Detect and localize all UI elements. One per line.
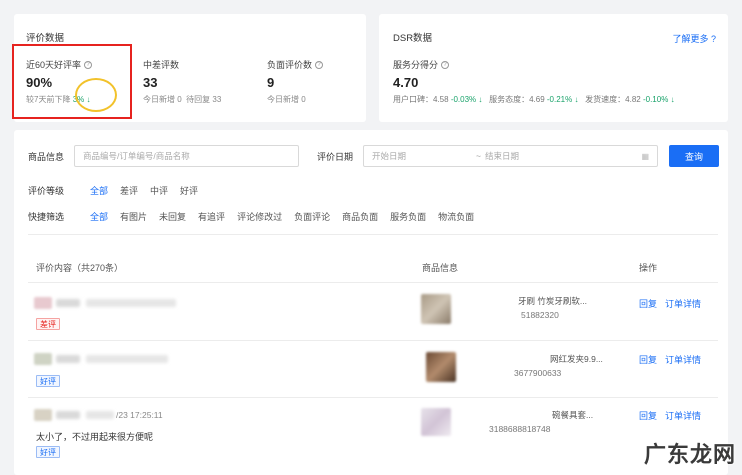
avatar <box>34 409 52 421</box>
arrow-down-icon: ↓ <box>574 95 579 104</box>
column-header-product: 商品信息 <box>422 263 459 273</box>
mid-bad-pending-value: 33 <box>212 95 222 104</box>
dsr-breakdown: 用户口碑：4.58 -0.03% ↓ 服务态度：4.69 -0.21% ↓ 发货… <box>393 94 675 105</box>
date-range-picker[interactable]: 开始日期 ~ 结束日期 ▦ <box>363 145 658 167</box>
service-score-metric: 服务分得分? 4.70 用户口碑：4.58 -0.03% ↓ 服务态度：4.69… <box>393 58 675 105</box>
help-icon[interactable]: ? <box>441 60 450 69</box>
review-date-label: 评价日期 <box>317 152 354 162</box>
row-divider <box>28 397 718 398</box>
arrow-down-icon: ↓ <box>670 95 675 104</box>
highlight-circle <box>75 78 117 112</box>
learn-more-link[interactable]: 了解更多 ? <box>672 32 716 45</box>
row-actions: 回复 订单详情 <box>639 353 701 366</box>
row-divider <box>28 340 718 341</box>
date-blurred <box>86 299 176 307</box>
review-date: /23 17:25:11 <box>116 410 163 420</box>
quick-followup[interactable]: 有追评 <box>198 210 225 223</box>
review-list-card: 商品信息 商品编号/订单编号/商品名称 评价日期 开始日期 ~ 结束日期 ▦ 查… <box>14 130 728 475</box>
username-blurred <box>56 355 80 363</box>
order-detail-link[interactable]: 订单详情 <box>665 409 701 422</box>
mid-bad-new-value: 0 <box>177 95 182 104</box>
review-text: 太小了，不过用起来很方便呢 <box>36 432 154 442</box>
negative-new-label: 今日新增 <box>267 95 299 104</box>
watermark: 广东龙网 <box>643 442 736 467</box>
negative-new-value: 0 <box>301 95 306 104</box>
reply-link[interactable]: 回复 <box>639 409 657 422</box>
username-blurred <box>56 411 80 419</box>
level-filter-group: 全部 差评 中评 好评 <box>90 184 198 197</box>
avatar <box>34 353 52 365</box>
eval-data-title: 评价数据 <box>26 33 65 44</box>
dsr-item: 用户口碑：4.58 -0.03% ↓ <box>393 95 483 104</box>
product-thumbnail <box>426 352 456 382</box>
column-header-content: 评价内容（共270条） <box>36 263 124 273</box>
end-date-field[interactable]: 结束日期 <box>485 150 519 162</box>
service-score-label: 服务分得分 <box>393 60 439 70</box>
mid-bad-value: 33 <box>143 75 158 90</box>
order-detail-link[interactable]: 订单详情 <box>665 353 701 366</box>
quick-with-images[interactable]: 有图片 <box>120 210 147 223</box>
reply-link[interactable]: 回复 <box>639 353 657 366</box>
quick-logistics-negative[interactable]: 物流负面 <box>438 210 474 223</box>
level-bad[interactable]: 差评 <box>120 184 138 197</box>
quick-filter-group: 全部 有图片 未回复 有追评 评论修改过 负面评论 商品负面 服务负面 物流负面 <box>90 210 474 223</box>
mid-bad-pending-label: 待回复 <box>186 95 211 104</box>
dsr-data-card: DSR数据 了解更多 ? 服务分得分? 4.70 用户口碑：4.58 -0.03… <box>379 14 728 122</box>
quick-service-negative[interactable]: 服务负面 <box>390 210 426 223</box>
reply-link[interactable]: 回复 <box>639 297 657 310</box>
product-id: 51882320 <box>521 310 559 320</box>
quick-filter-label: 快捷筛选 <box>28 212 65 222</box>
review-level-tag: 差评 <box>36 318 60 330</box>
negative-value: 9 <box>267 75 275 90</box>
highlight-box <box>12 44 132 119</box>
level-all[interactable]: 全部 <box>90 184 108 197</box>
filter-divider <box>28 234 718 235</box>
review-level-tag: 好评 <box>36 446 60 458</box>
row-actions: 回复 订单详情 <box>639 409 701 422</box>
header-divider <box>28 282 718 283</box>
product-name: 网红发夹9.9... <box>550 354 603 364</box>
date-blurred <box>86 355 168 363</box>
row-actions: 回复 订单详情 <box>639 297 701 310</box>
quick-all[interactable]: 全部 <box>90 210 108 223</box>
column-header-ops: 操作 <box>639 263 658 273</box>
review-level-tag: 好评 <box>36 375 60 387</box>
quick-product-negative[interactable]: 商品负面 <box>342 210 378 223</box>
level-mid[interactable]: 中评 <box>150 184 168 197</box>
dsr-title: DSR数据 <box>393 33 433 44</box>
review-level-label: 评价等级 <box>28 186 65 196</box>
negative-label: 负面评价数 <box>267 60 313 70</box>
service-score-value: 4.70 <box>393 75 419 90</box>
negative-metric: 负面评价数? 9 今日新增 0 <box>267 58 324 105</box>
product-search-input[interactable]: 商品编号/订单编号/商品名称 <box>74 145 299 167</box>
calendar-icon[interactable]: ▦ <box>641 152 649 161</box>
dsr-item: 服务态度：4.69 -0.21% ↓ <box>489 95 579 104</box>
product-info-label: 商品信息 <box>28 152 65 162</box>
product-name: 碗餐具套... <box>552 410 594 420</box>
avatar <box>34 297 52 309</box>
order-detail-link[interactable]: 订单详情 <box>665 297 701 310</box>
mid-bad-metric: 中差评数 33 今日新增 0 待回复 33 <box>143 58 221 105</box>
quick-negative[interactable]: 负面评论 <box>294 210 330 223</box>
arrow-down-icon: ↓ <box>478 95 483 104</box>
date-blurred <box>86 411 114 419</box>
level-good[interactable]: 好评 <box>180 184 198 197</box>
help-icon[interactable]: ? <box>315 60 324 69</box>
quick-unreplied[interactable]: 未回复 <box>159 210 186 223</box>
quick-modified[interactable]: 评论修改过 <box>237 210 282 223</box>
mid-bad-new-label: 今日新增 <box>143 95 175 104</box>
product-id: 3677900633 <box>514 368 562 378</box>
query-button[interactable]: 查询 <box>669 145 719 167</box>
product-thumbnail <box>421 408 451 436</box>
mid-bad-label: 中差评数 <box>143 60 180 70</box>
start-date-field[interactable]: 开始日期 <box>372 150 406 162</box>
username-blurred <box>56 299 80 307</box>
product-name: 牙刷 竹炭牙刷软... <box>518 296 587 306</box>
product-id: 3188688818748 <box>489 424 551 434</box>
product-thumbnail <box>421 294 451 324</box>
dsr-item: 发货速度：4.82 -0.10% ↓ <box>585 95 675 104</box>
